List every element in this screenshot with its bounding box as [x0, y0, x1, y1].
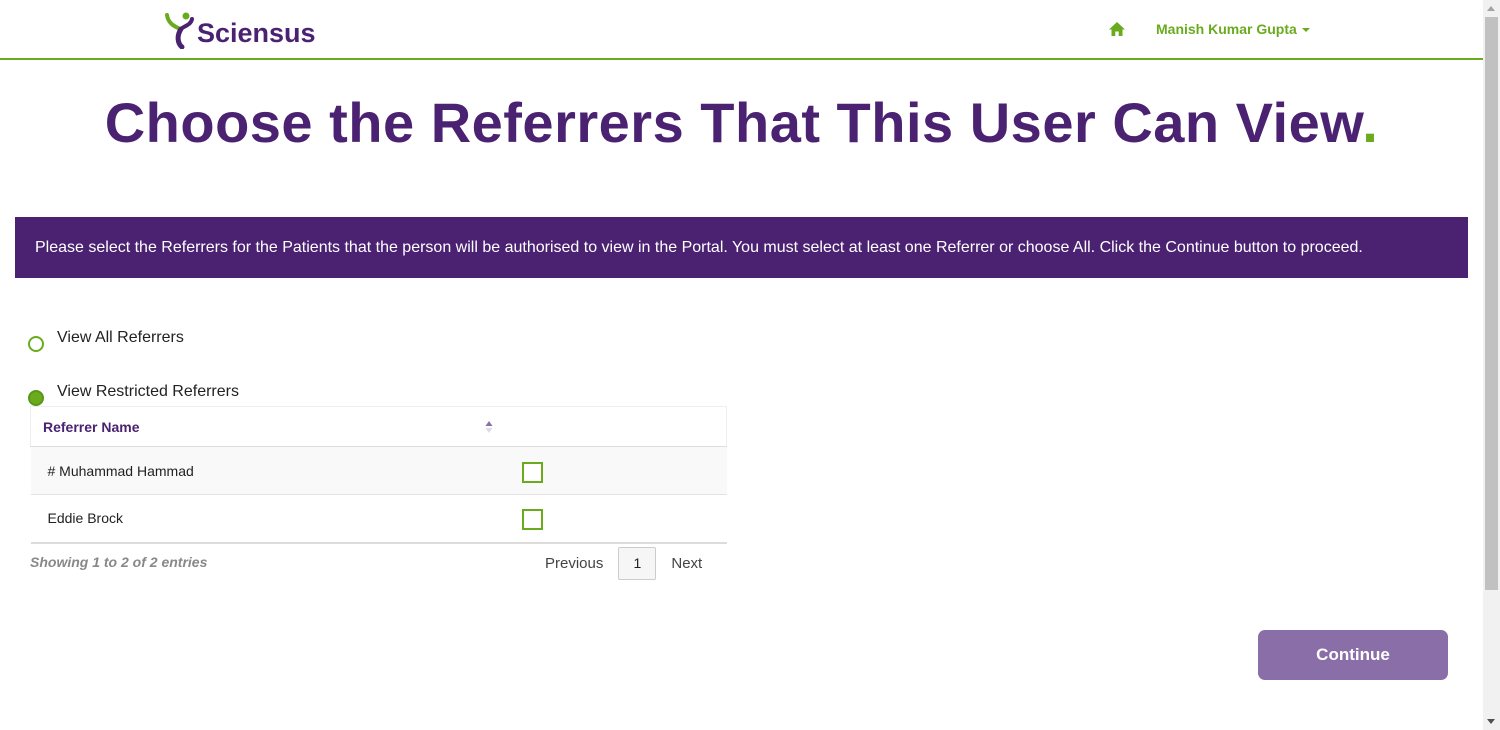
page-title: Choose the Referrers That This User Can … [0, 90, 1483, 155]
referrers-table: Referrer Name # Muhammad Hammad Eddie Br… [30, 406, 727, 544]
radio-all-circle[interactable] [28, 336, 44, 352]
referrer-name-cell: # Muhammad Hammad [30, 446, 505, 495]
user-menu-dropdown[interactable]: Manish Kumar Gupta [1156, 21, 1310, 37]
scroll-up-icon[interactable] [1487, 6, 1495, 11]
home-icon[interactable] [1108, 20, 1126, 38]
page-title-text: Choose the Referrers That This User Can … [104, 91, 1363, 154]
pagination: Previous 1 Next [530, 547, 717, 580]
table-info: Showing 1 to 2 of 2 entries [30, 554, 208, 570]
scroll-down-icon[interactable] [1487, 719, 1495, 724]
radio-view-all-referrers[interactable]: View All Referrers [28, 329, 184, 352]
user-name: Manish Kumar Gupta [1156, 21, 1297, 37]
table-row: # Muhammad Hammad [30, 446, 727, 495]
top-navbar: Sciensus Manish Kumar Gupta [0, 0, 1483, 60]
instruction-banner: Please select the Referrers for the Pati… [15, 217, 1468, 278]
referrer-checkbox[interactable] [521, 509, 543, 531]
column-header-referrer-name[interactable]: Referrer Name [30, 406, 505, 447]
select-cell [504, 494, 727, 544]
column-header-select [504, 406, 727, 447]
instruction-text: Please select the Referrers for the Pati… [35, 238, 1363, 256]
table-row: Eddie Brock [30, 494, 727, 544]
radio-all-label: View All Referrers [57, 329, 184, 346]
radio-view-restricted-referrers[interactable]: View Restricted Referrers [28, 383, 239, 406]
sort-icon[interactable] [484, 419, 494, 435]
logo-mark-icon [165, 12, 194, 49]
radio-restricted-label: View Restricted Referrers [57, 383, 239, 400]
caret-down-icon [1301, 28, 1310, 32]
previous-page-button[interactable]: Previous [530, 547, 618, 580]
logo-text: Sciensus [197, 17, 316, 48]
page-title-dot: . [1362, 91, 1379, 154]
column-header-label: Referrer Name [43, 418, 140, 435]
vertical-scrollbar[interactable] [1483, 0, 1500, 730]
scrollbar-thumb[interactable] [1485, 17, 1498, 590]
radio-restricted-circle[interactable] [28, 390, 44, 406]
referrer-checkbox[interactable] [521, 461, 543, 483]
sciensus-logo[interactable]: Sciensus [164, 10, 316, 50]
table-header-row: Referrer Name [30, 406, 727, 447]
next-page-button[interactable]: Next [656, 547, 717, 580]
select-cell [504, 446, 727, 495]
continue-button[interactable]: Continue [1258, 630, 1448, 680]
page: Sciensus Manish Kumar Gupta Choose the R… [0, 0, 1500, 730]
referrer-name-cell: Eddie Brock [30, 494, 505, 544]
page-1-button[interactable]: 1 [618, 547, 657, 580]
